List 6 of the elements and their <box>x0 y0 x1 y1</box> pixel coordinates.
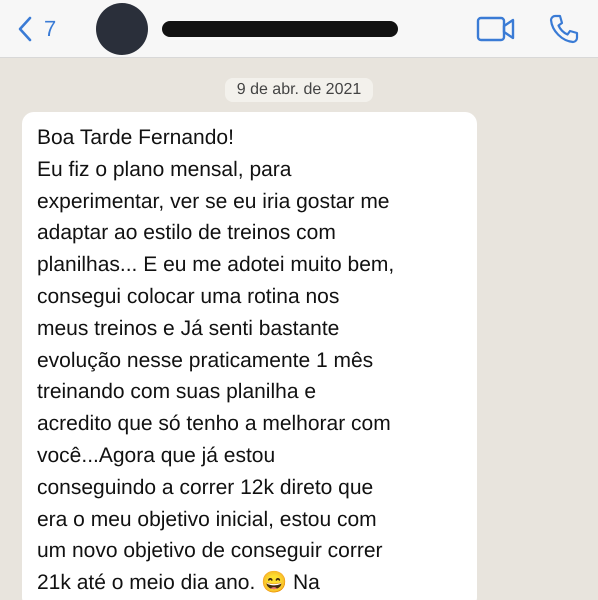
phone-icon[interactable] <box>548 12 580 44</box>
message-text: Boa Tarde Fernando! Eu fiz o plano mensal, para experimentar, ver se eu iria gostar me adaptar ao estilo de treinos com planilhas... E eu me adotei muito bem, consegui colocar uma rotina nos meus treinos e Já senti bastante evolução nesse praticamente 1 mês treinando com suas planilha e acredito que só tenho a melhorar com você...Agora que já estou conseguindo a correr 12k direto que era o meu objetivo inicial, estou com um novo objetivo de conseguir correr 21k até o meio dia ano. 😄 Na <box>37 125 396 596</box>
back-button[interactable]: 7 <box>18 16 56 42</box>
back-chevron-icon <box>18 16 32 42</box>
date-label: 9 de abr. de 2021 <box>224 78 374 102</box>
video-camera-icon[interactable] <box>476 14 516 42</box>
